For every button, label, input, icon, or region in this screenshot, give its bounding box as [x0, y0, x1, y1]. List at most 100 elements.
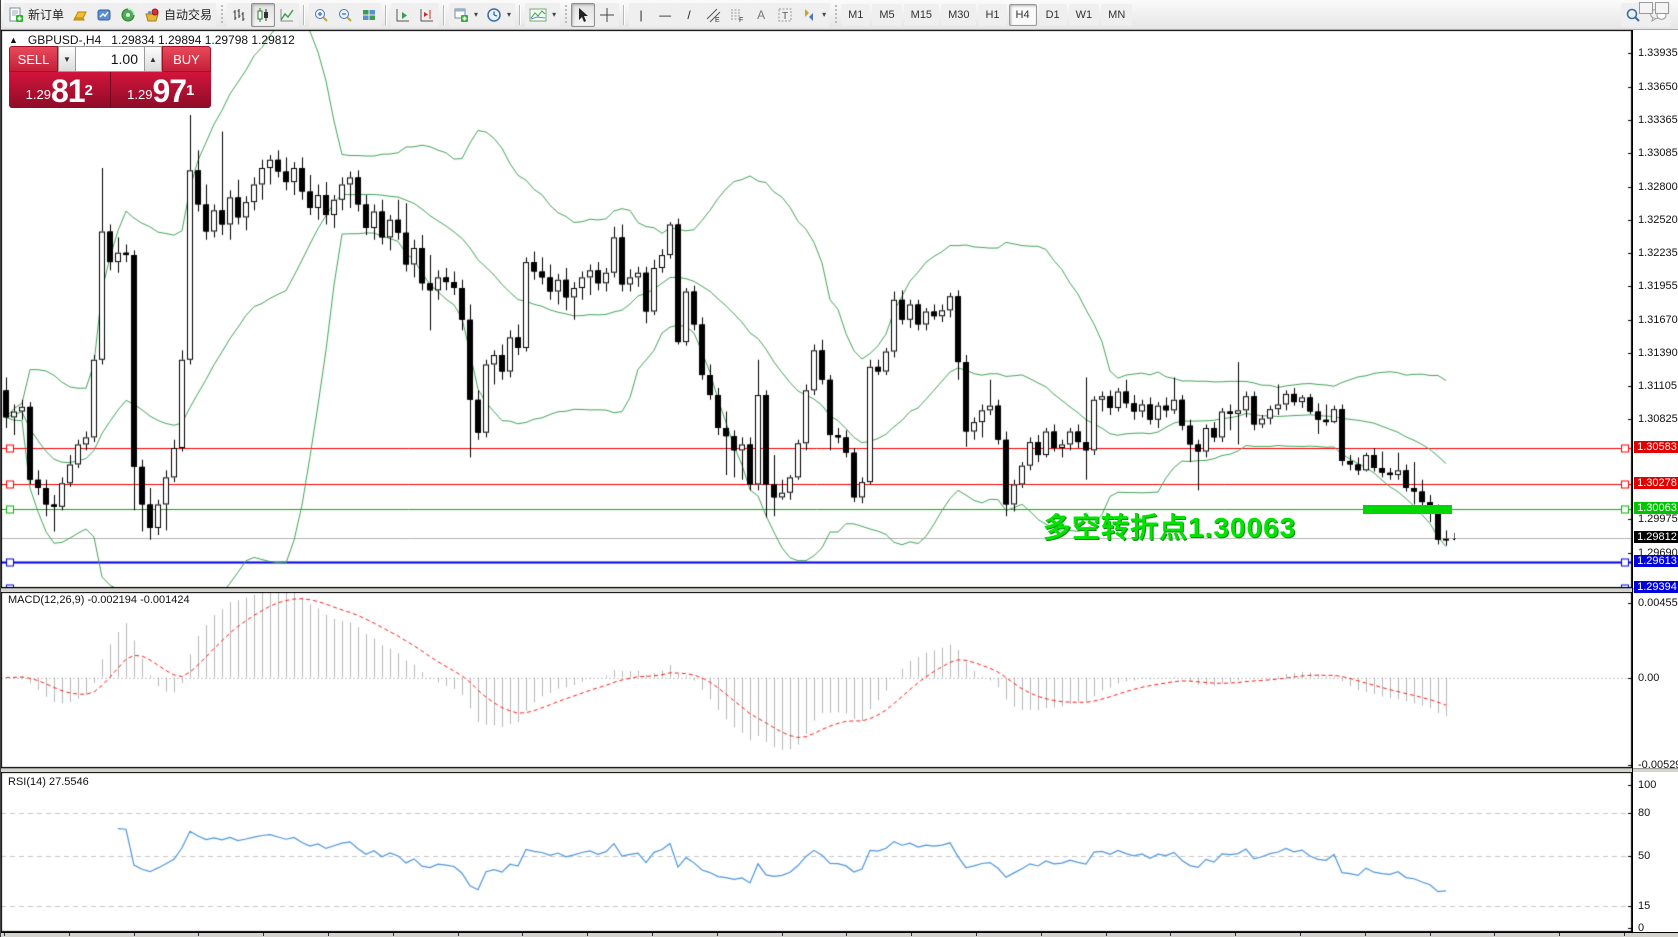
- toolbar-separator: [623, 5, 625, 25]
- candlestick-chart-button[interactable]: [251, 3, 275, 27]
- templates-dropdown[interactable]: ▾: [525, 3, 560, 27]
- cursor-arrow-icon: [575, 7, 591, 23]
- auto-scroll-icon: [395, 7, 411, 23]
- toolbar-grip: [563, 5, 568, 25]
- time-tick: [1170, 933, 1171, 936]
- price-tick-label: 1.33365: [1638, 114, 1678, 126]
- vertical-line-button[interactable]: |: [629, 3, 653, 27]
- buy-button[interactable]: BUY: [162, 46, 211, 72]
- price-axis-line: [1632, 30, 1633, 932]
- svg-text:F: F: [739, 17, 743, 23]
- time-tick: [652, 933, 653, 936]
- horizontal-line-button[interactable]: —: [653, 3, 677, 27]
- buy-price-display[interactable]: 1.29 97 1: [111, 72, 212, 108]
- horizontal-line-icon: —: [659, 8, 671, 22]
- template-icon: [529, 8, 547, 22]
- timeframe-button-w1[interactable]: W1: [1069, 4, 1100, 26]
- autotrading-icon: [144, 7, 160, 23]
- arrows-dropdown[interactable]: ▾: [797, 3, 830, 27]
- time-tick: [911, 933, 912, 936]
- volume-decrease-button[interactable]: ▼: [58, 46, 76, 72]
- autotrading-label: 自动交易: [164, 6, 212, 23]
- time-tick: [717, 933, 718, 936]
- sell-price-big: 81: [51, 76, 85, 106]
- timeframe-button-d1[interactable]: D1: [1039, 4, 1067, 26]
- navigator-icon: [96, 7, 112, 23]
- timeframe-button-h1[interactable]: H1: [978, 4, 1006, 26]
- line-chart-button[interactable]: [275, 3, 299, 27]
- price-tick-label: 1.33935: [1638, 47, 1678, 59]
- text-button[interactable]: A: [749, 3, 773, 27]
- sell-button[interactable]: SELL: [9, 46, 58, 72]
- time-tick: [1041, 933, 1042, 936]
- sell-price-pip: 2: [85, 72, 93, 108]
- timeframe-button-mn[interactable]: MN: [1101, 4, 1132, 26]
- zoom-out-button[interactable]: [333, 3, 357, 27]
- price-tick-label: 1.31390: [1638, 347, 1678, 359]
- auto-scroll-button[interactable]: [391, 3, 415, 27]
- cursor-button[interactable]: [571, 3, 595, 27]
- equidistant-channel-button[interactable]: E: [701, 3, 725, 27]
- autotrading-button[interactable]: 自动交易: [140, 3, 216, 27]
- gold-bar-button[interactable]: [68, 3, 92, 27]
- new-chart-dropdown[interactable]: ▾: [449, 3, 482, 27]
- signals-button[interactable]: [116, 3, 140, 27]
- navigator-button[interactable]: [92, 3, 116, 27]
- volume-input[interactable]: [76, 46, 144, 72]
- time-tick: [1106, 933, 1107, 936]
- dropdown-arrow-icon: ▾: [474, 10, 478, 19]
- new-order-button[interactable]: 新订单: [4, 3, 68, 27]
- volume-increase-button[interactable]: ▲: [144, 46, 162, 72]
- timeframe-button-m30[interactable]: M30: [941, 4, 976, 26]
- time-tick: [587, 933, 588, 936]
- timeframe-button-m1[interactable]: M1: [841, 4, 870, 26]
- candlestick-chart-icon: [255, 7, 271, 23]
- rsi-pane-canvas[interactable]: [1, 772, 1632, 932]
- window-close-icon[interactable]: [1655, 2, 1669, 14]
- price-tick-label: 1.29975: [1638, 513, 1678, 525]
- new-chart-icon: [453, 7, 469, 23]
- vertical-line-icon: |: [640, 8, 643, 22]
- time-tick: [846, 933, 847, 936]
- price-chart-canvas[interactable]: [1, 30, 1632, 588]
- periods-dropdown[interactable]: ▾: [482, 3, 515, 27]
- toolbar-grip: [219, 5, 224, 25]
- sell-price-display[interactable]: 1.29 81 2: [9, 72, 111, 108]
- rsi-tick-label: 50: [1638, 850, 1650, 862]
- price-line-label: 1.30063: [1634, 502, 1678, 514]
- crosshair-button[interactable]: [595, 3, 619, 27]
- line-chart-icon: [279, 7, 295, 23]
- tile-windows-icon: [361, 7, 377, 23]
- zoom-in-button[interactable]: [309, 3, 333, 27]
- time-tick: [1559, 933, 1560, 936]
- bar-chart-button[interactable]: [227, 3, 251, 27]
- toolbar-grip: [833, 5, 838, 25]
- time-tick: [1430, 933, 1431, 936]
- price-tick-label: 1.32235: [1638, 247, 1678, 259]
- time-tick: [198, 933, 199, 936]
- toolbar-separator: [385, 5, 387, 25]
- equidistant-channel-icon: E: [705, 7, 721, 23]
- window-restore-icon[interactable]: [1639, 2, 1653, 14]
- trendline-button[interactable]: /: [677, 3, 701, 27]
- price-tick-label: 1.31105: [1638, 380, 1677, 392]
- tile-windows-button[interactable]: [357, 3, 381, 27]
- one-click-trading-panel: SELL ▼ ▲ BUY 1.29 81 2 1.29 97 1: [9, 46, 211, 108]
- time-tick: [782, 933, 783, 936]
- timeframe-button-m15[interactable]: M15: [904, 4, 939, 26]
- chart-shift-icon: [419, 7, 435, 23]
- macd-tick-label: 0.00: [1638, 672, 1659, 684]
- macd-pane-canvas[interactable]: [1, 592, 1632, 768]
- time-tick: [1624, 933, 1625, 936]
- chart-region: ▲ GBPUSD-,H4 1.29834 1.29894 1.29798 1.2…: [1, 30, 1678, 937]
- buy-price-prefix: 1.29: [127, 84, 152, 106]
- timeframe-button-h4[interactable]: H4: [1009, 4, 1037, 26]
- timeframe-button-m5[interactable]: M5: [872, 4, 901, 26]
- price-tick-label: 1.33650: [1638, 81, 1678, 93]
- time-tick: [1300, 933, 1301, 936]
- price-line-label: 1.30278: [1634, 477, 1678, 489]
- dropdown-arrow-icon: ▾: [822, 10, 826, 19]
- chart-shift-button[interactable]: [415, 3, 439, 27]
- fibonacci-button[interactable]: F: [725, 3, 749, 27]
- text-label-button[interactable]: T: [773, 3, 797, 27]
